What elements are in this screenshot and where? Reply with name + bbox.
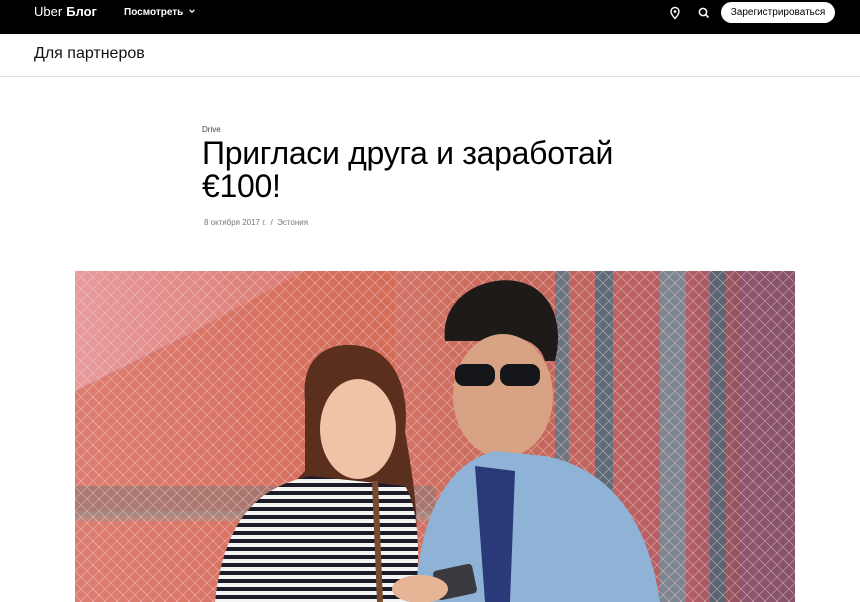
chevron-down-icon <box>188 7 196 18</box>
article-hero-image <box>75 271 795 602</box>
section-subheader: Для партнеров <box>0 34 860 77</box>
brand-blog: Блог <box>66 4 97 19</box>
article-meta: 8 октября 2017 г. / Эстония <box>204 218 308 227</box>
section-title-link[interactable]: Для партнеров <box>34 45 145 63</box>
search-icon[interactable] <box>697 6 711 20</box>
article-category-link[interactable]: Drive <box>202 125 221 134</box>
location-pin-icon[interactable] <box>668 6 682 20</box>
article-location: Эстония <box>277 218 309 227</box>
uber-blog-logo[interactable]: Uber Блог <box>34 4 97 20</box>
top-navigation-bar: Uber Блог Посмотреть Зарегистрироваться <box>0 0 860 34</box>
view-menu-label: Посмотреть <box>124 7 184 18</box>
brand-uber: Uber <box>34 4 63 19</box>
view-menu-dropdown[interactable]: Посмотреть <box>124 7 196 18</box>
signup-button[interactable]: Зарегистрироваться <box>721 2 835 23</box>
article-date: 8 октября 2017 г. <box>204 218 267 227</box>
meta-separator: / <box>270 218 273 227</box>
article-title: Пригласи друга и заработай €100! <box>202 135 614 204</box>
